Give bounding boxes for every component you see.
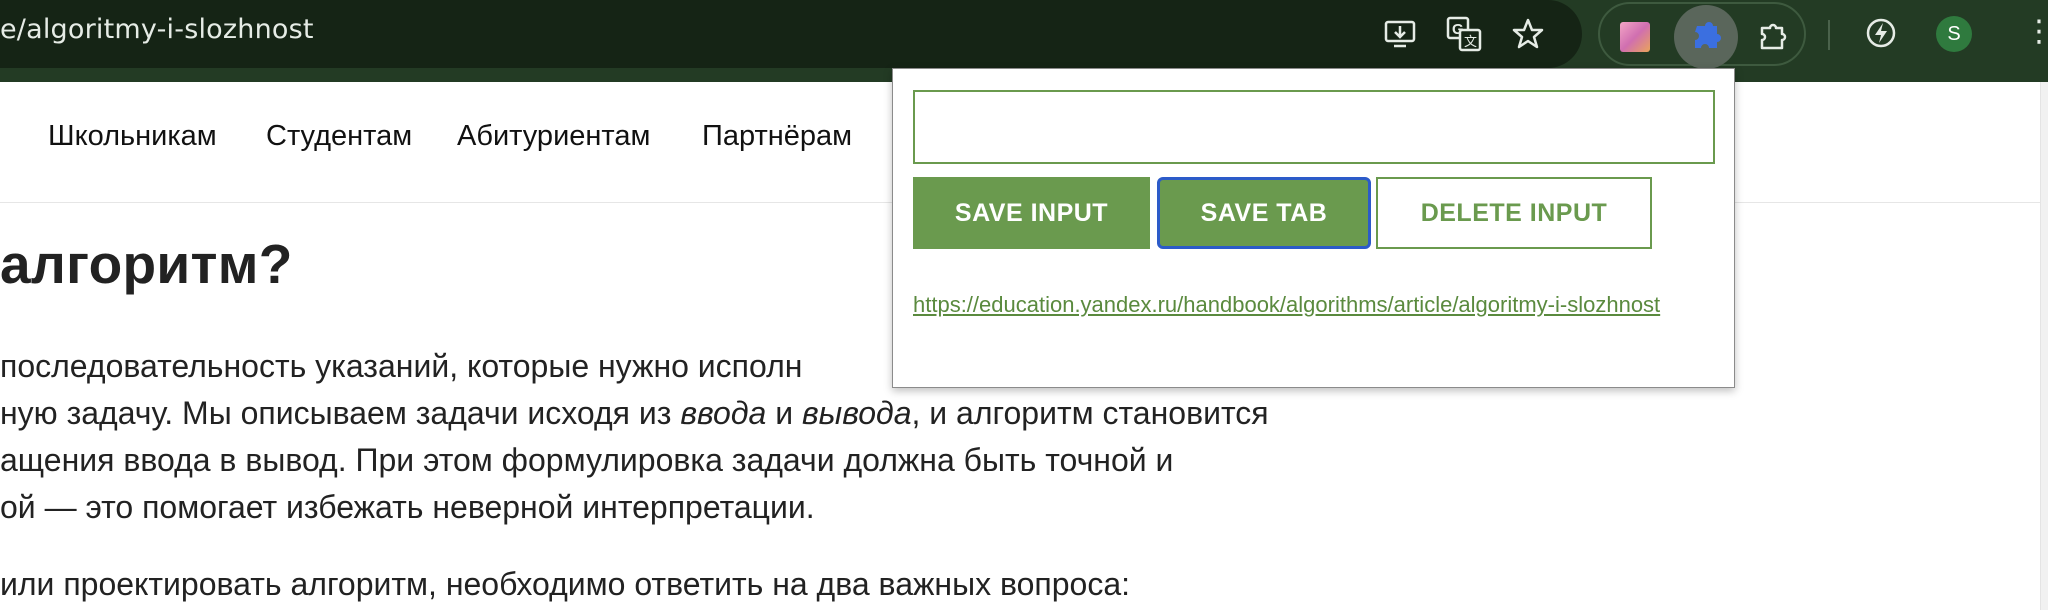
nav-item-schoolchildren[interactable]: Школьникам <box>48 120 217 153</box>
save-input-button[interactable]: SAVE INPUT <box>913 177 1150 249</box>
article-line: последовательность указаний, которые нуж… <box>0 348 803 384</box>
pinned-extension-icon[interactable] <box>1674 5 1738 69</box>
article-line: ную задачу. Мы описываем задачи исходя и… <box>0 395 1269 431</box>
italic-term: вывода <box>801 395 912 431</box>
toolbar-divider <box>1828 20 1830 50</box>
avatar[interactable]: S <box>1936 16 1972 52</box>
extensions-group <box>1598 2 1806 69</box>
page-scrollbar[interactable] <box>2040 82 2048 610</box>
italic-term: ввода <box>680 395 767 431</box>
address-bar[interactable]: e/algoritmy-i-slozhnost G文 <box>0 0 1582 68</box>
article-line: или проектировать алгоритм, необходимо о… <box>0 566 1130 602</box>
nav-item-partners[interactable]: Партнёрам <box>702 120 852 153</box>
svg-text:文: 文 <box>1464 35 1477 50</box>
translate-icon[interactable]: G文 <box>1444 14 1484 54</box>
extensions-puzzle-icon[interactable] <box>1750 14 1796 60</box>
nav-item-students[interactable]: Студентам <box>266 120 412 153</box>
save-tab-button[interactable]: SAVE TAB <box>1157 177 1371 249</box>
page-title: алгоритм? <box>0 233 293 295</box>
nav-item-applicants[interactable]: Абитуриентам <box>457 120 650 153</box>
lead-input[interactable] <box>913 90 1715 164</box>
article-line: ой — это помогает избежать неверной инте… <box>0 489 815 525</box>
extension-gradient-icon[interactable] <box>1612 14 1658 60</box>
delete-input-button[interactable]: DELETE INPUT <box>1376 177 1652 249</box>
install-app-icon[interactable] <box>1380 14 1420 54</box>
bookmark-star-icon[interactable] <box>1508 14 1548 54</box>
article-line: ащения ввода в вывод. При этом формулиро… <box>0 442 1174 478</box>
menu-icon[interactable]: ⋮ <box>2024 14 2048 54</box>
url-text[interactable]: e/algoritmy-i-slozhnost <box>0 14 314 45</box>
saved-link[interactable]: https://education.yandex.ru/handbook/alg… <box>913 291 1673 319</box>
extension-popup: SAVE INPUT SAVE TAB DELETE INPUT https:/… <box>892 68 1735 388</box>
performance-icon[interactable] <box>1858 10 1904 56</box>
